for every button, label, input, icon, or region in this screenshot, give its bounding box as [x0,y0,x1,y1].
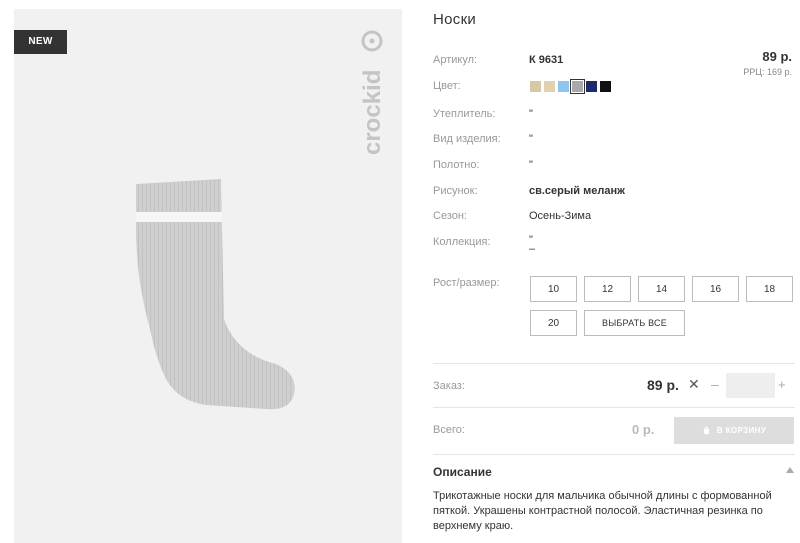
attr-season: Сезон: Осень-Зима [433,210,733,224]
increase-quantity-button[interactable]: + [778,377,786,392]
attr-label: Утеплитель: [433,108,496,120]
attr-value: " [529,133,533,145]
order-price: 89 р. [647,377,679,393]
select-all-button[interactable]: ВЫБРАТЬ ВСЕ [584,310,685,336]
total-label: Всего: [433,424,465,436]
attr-value: К 9631 [529,54,564,66]
attr-collection: Коллекция: " – [433,235,733,260]
multiply-icon: ✕ [688,376,700,392]
cart-icon [703,426,709,435]
attr-item-type: Вид изделия: " [433,133,733,147]
collection-value-2: – [529,243,536,255]
attr-pattern: Рисунок: св.серый меланж [433,185,733,199]
attr-label: Коллекция: [433,236,491,248]
attr-label: Полотно: [433,159,480,171]
product-price: 89 р. [762,49,792,64]
divider [433,363,795,364]
size-option[interactable]: 20 [530,310,577,336]
attr-label: Рост/размер: [433,277,500,289]
color-swatches [530,79,611,94]
quantity-input[interactable] [726,373,775,398]
size-option[interactable]: 14 [638,276,685,302]
attr-value: " [529,159,533,171]
description-heading[interactable]: Описание [433,465,492,479]
attr-value: св.серый меланж [529,185,625,197]
description-text: Трикотажные носки для мальчика обычной д… [433,490,772,532]
attr-value: " – [529,235,536,255]
color-swatch[interactable] [600,81,611,92]
rrp-value: 169 р. [766,67,792,77]
sock-image [136,179,295,410]
color-swatch[interactable] [570,79,585,94]
chevron-up-icon[interactable] [786,467,794,473]
size-option[interactable]: 12 [584,276,631,302]
attr-article: Артикул: К 9631 [433,54,733,68]
size-option[interactable]: 16 [692,276,739,302]
attr-label: Вид изделия: [433,133,501,145]
color-swatch[interactable] [586,81,597,92]
rrp-label: РРЦ: [743,67,765,77]
attr-value: " [529,108,533,120]
order-label: Заказ: [433,380,465,392]
product-title: Носки [433,11,477,28]
divider [433,407,795,408]
attr-insulation: Утеплитель: " [433,108,733,122]
size-options: 10 12 14 16 18 20 ВЫБРАТЬ ВСЕ [530,276,796,336]
color-swatch[interactable] [530,81,541,92]
new-badge: NEW [14,30,67,54]
size-option[interactable]: 18 [746,276,793,302]
add-to-cart-button[interactable]: В КОРЗИНУ [674,417,794,444]
brand-name: crockid [359,70,386,155]
rrp-price: РРЦ: 169 р. [743,67,792,77]
attr-label: Артикул: [433,54,478,66]
attr-fabric: Полотно: " [433,159,733,173]
attr-value: Осень-Зима [529,210,592,222]
decrease-quantity-button[interactable]: – [711,376,719,392]
attr-label: Сезон: [433,210,467,222]
divider [433,454,795,455]
attr-label: Рисунок: [433,185,478,197]
color-swatch[interactable] [544,81,555,92]
product-image-panel[interactable]: NEW crockid [14,9,402,543]
cart-button-label: В КОРЗИНУ [716,426,767,435]
size-option[interactable]: 10 [530,276,577,302]
color-swatch[interactable] [558,81,569,92]
brand-logo: crockid [358,25,388,165]
attr-label: Цвет: [433,80,461,92]
total-value: 0 р. [632,422,655,437]
